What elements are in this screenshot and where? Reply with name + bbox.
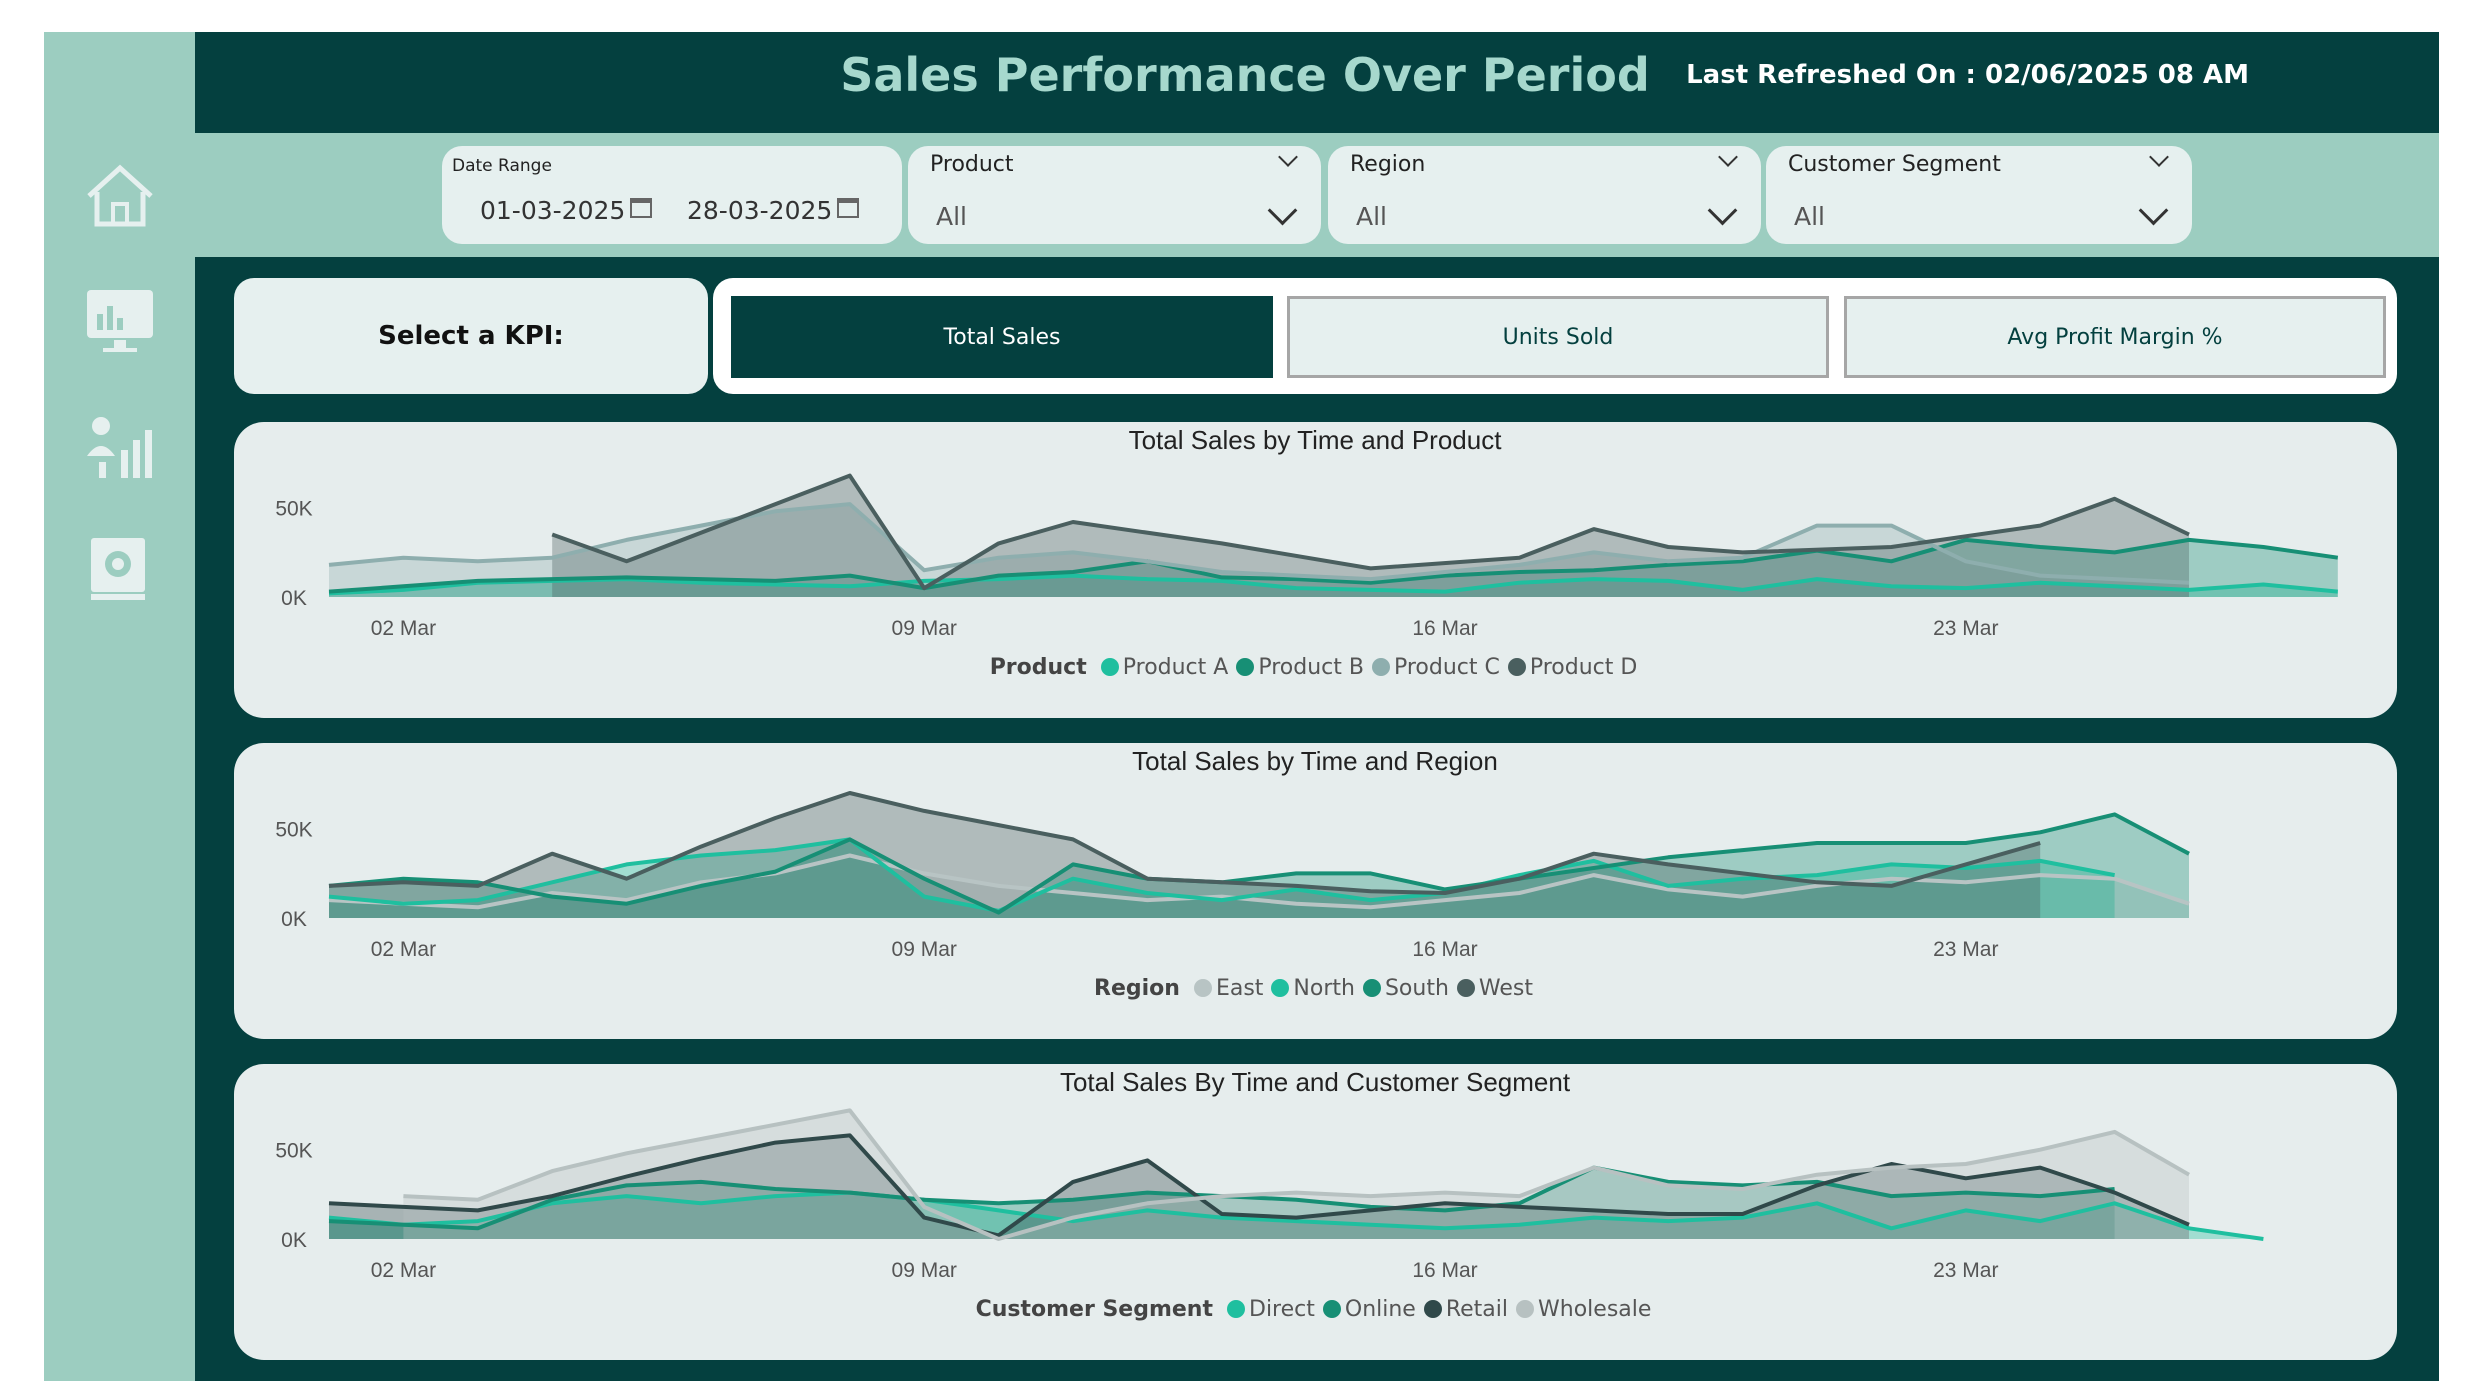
x-tick-label: 16 Mar bbox=[1412, 938, 1477, 961]
region-slicer-label: Region bbox=[1350, 152, 1426, 177]
legend-dot-icon bbox=[1371, 658, 1390, 676]
date-range-slicer: Date Range 01-03-2025 28-03-2025 bbox=[442, 146, 902, 244]
date-range-label: Date Range bbox=[452, 156, 552, 176]
y-tick-label: 50K bbox=[275, 819, 312, 842]
product-select[interactable]: All bbox=[936, 202, 967, 231]
legend-label: North bbox=[1293, 976, 1355, 1001]
legend-item[interactable]: Retail bbox=[1423, 1297, 1509, 1322]
analytics-icon[interactable] bbox=[80, 410, 160, 482]
chart-title: Total Sales By Time and Customer Segment bbox=[1060, 1067, 1571, 1097]
kpi-units-sold-button[interactable]: Units Sold bbox=[1287, 296, 1829, 378]
legend-dot-icon bbox=[1423, 1300, 1442, 1318]
x-tick-label: 09 Mar bbox=[892, 1259, 957, 1282]
legend-item[interactable]: Online bbox=[1322, 1297, 1416, 1322]
legend-item[interactable]: Product C bbox=[1371, 655, 1500, 680]
x-tick-label: 16 Mar bbox=[1412, 617, 1477, 640]
legend-label: Product A bbox=[1122, 655, 1229, 680]
legend-item[interactable]: Direct bbox=[1227, 1297, 1315, 1322]
legend-label: Direct bbox=[1249, 1297, 1315, 1322]
chart-card-product: Total Sales by Time and Product 0K 50K 02 M… bbox=[234, 422, 2397, 718]
legend-label: Product C bbox=[1393, 655, 1500, 680]
legend-item[interactable]: Product B bbox=[1236, 655, 1364, 680]
chevron-down-icon[interactable] bbox=[1718, 147, 1738, 167]
legend-item[interactable]: West bbox=[1456, 976, 1533, 1001]
legend-label: Wholesale bbox=[1538, 1297, 1652, 1322]
kpi-total-sales-button[interactable]: Total Sales bbox=[731, 296, 1273, 378]
kpi-selector: Total Sales Units Sold Avg Profit Margin… bbox=[713, 278, 2397, 394]
legend-item[interactable]: South bbox=[1362, 976, 1449, 1001]
legend-item[interactable]: Product D bbox=[1507, 655, 1638, 680]
legend-item[interactable]: Product A bbox=[1100, 655, 1229, 680]
x-tick-label: 16 Mar bbox=[1412, 1259, 1477, 1282]
settings-icon[interactable] bbox=[80, 534, 160, 606]
product-slicer[interactable]: Product All bbox=[908, 146, 1321, 244]
calendar-icon[interactable] bbox=[837, 198, 859, 218]
legend-label: Online bbox=[1344, 1297, 1416, 1322]
legend-title: Customer Segment bbox=[975, 1297, 1213, 1322]
start-date-input[interactable]: 01-03-2025 bbox=[480, 196, 625, 225]
legend-dot-icon bbox=[1271, 979, 1290, 997]
x-tick-label: 09 Mar bbox=[892, 617, 957, 640]
legend-dot-icon bbox=[1456, 979, 1475, 997]
x-tick-label: 23 Mar bbox=[1933, 617, 1998, 640]
y-tick-label: 0K bbox=[281, 587, 307, 610]
legend-title: Product bbox=[989, 655, 1087, 680]
x-tick-label: 23 Mar bbox=[1933, 1259, 1998, 1282]
y-tick-label: 50K bbox=[275, 1140, 312, 1163]
region-slicer[interactable]: Region All bbox=[1328, 146, 1761, 244]
chevron-down-icon[interactable] bbox=[1267, 195, 1298, 226]
legend-label: Product D bbox=[1529, 655, 1638, 680]
legend-dot-icon bbox=[1516, 1300, 1535, 1318]
customer-segment-slicer-label: Customer Segment bbox=[1788, 152, 2001, 177]
legend-item[interactable]: North bbox=[1271, 976, 1355, 1001]
region-select[interactable]: All bbox=[1356, 202, 1387, 231]
legend-dot-icon bbox=[1322, 1300, 1341, 1318]
chevron-down-icon[interactable] bbox=[2149, 147, 2169, 167]
legend-dot-icon bbox=[1507, 658, 1526, 676]
legend-dot-icon bbox=[1100, 658, 1119, 676]
end-date-input[interactable]: 28-03-2025 bbox=[687, 196, 832, 225]
legend-item[interactable]: Wholesale bbox=[1516, 1297, 1651, 1322]
legend-label: South bbox=[1384, 976, 1449, 1001]
chart-title: Total Sales by Time and Region bbox=[1132, 746, 1498, 776]
home-icon[interactable] bbox=[80, 160, 160, 232]
chart-legend: Region East North South West bbox=[234, 976, 2397, 1001]
y-tick-label: 50K bbox=[275, 498, 312, 521]
x-tick-label: 23 Mar bbox=[1933, 938, 1998, 961]
legend-label: West bbox=[1478, 976, 1533, 1001]
legend-label: Retail bbox=[1445, 1297, 1509, 1322]
x-tick-label: 09 Mar bbox=[892, 938, 957, 961]
y-tick-label: 0K bbox=[281, 1229, 307, 1252]
legend-dot-icon bbox=[1362, 979, 1381, 997]
chart-legend: Product Product A Product B Product C Produc… bbox=[234, 655, 2397, 680]
chevron-down-icon[interactable] bbox=[2138, 195, 2169, 226]
x-tick-label: 02 Mar bbox=[371, 1259, 436, 1282]
x-tick-label: 02 Mar bbox=[371, 617, 436, 640]
sidebar bbox=[44, 32, 195, 1381]
dashboard-icon[interactable] bbox=[80, 284, 160, 356]
header-bar: Sales Performance Over Period Last Refre… bbox=[195, 32, 2439, 133]
legend-dot-icon bbox=[1193, 979, 1212, 997]
product-slicer-label: Product bbox=[930, 152, 1014, 177]
chevron-down-icon[interactable] bbox=[1278, 147, 1298, 167]
calendar-icon[interactable] bbox=[630, 198, 652, 218]
last-refreshed: Last Refreshed On : 02/06/2025 08 AM bbox=[1686, 60, 2249, 90]
legend-label: East bbox=[1215, 976, 1264, 1001]
chevron-down-icon[interactable] bbox=[1707, 195, 1738, 226]
y-tick-label: 0K bbox=[281, 908, 307, 931]
legend-dot-icon bbox=[1236, 658, 1255, 676]
legend-dot-icon bbox=[1227, 1300, 1245, 1318]
legend-title: Region bbox=[1094, 976, 1180, 1001]
legend-label: Product B bbox=[1258, 655, 1364, 680]
customer-segment-select[interactable]: All bbox=[1794, 202, 1825, 231]
kpi-selector-label: Select a KPI: bbox=[234, 278, 708, 394]
legend-item[interactable]: East bbox=[1193, 976, 1264, 1001]
kpi-avg-profit-margin-button[interactable]: Avg Profit Margin % bbox=[1844, 296, 2386, 378]
chart-card-customer-segment: Total Sales By Time and Customer Segment… bbox=[234, 1064, 2397, 1360]
chart-title: Total Sales by Time and Product bbox=[1129, 425, 1503, 455]
x-tick-label: 02 Mar bbox=[371, 938, 436, 961]
chart-card-region: Total Sales by Time and Region 0K 50K 02 Ma… bbox=[234, 743, 2397, 1039]
chart-legend: Customer Segment Direct Online Retail Wholes… bbox=[234, 1297, 2397, 1322]
customer-segment-slicer[interactable]: Customer Segment All bbox=[1766, 146, 2192, 244]
